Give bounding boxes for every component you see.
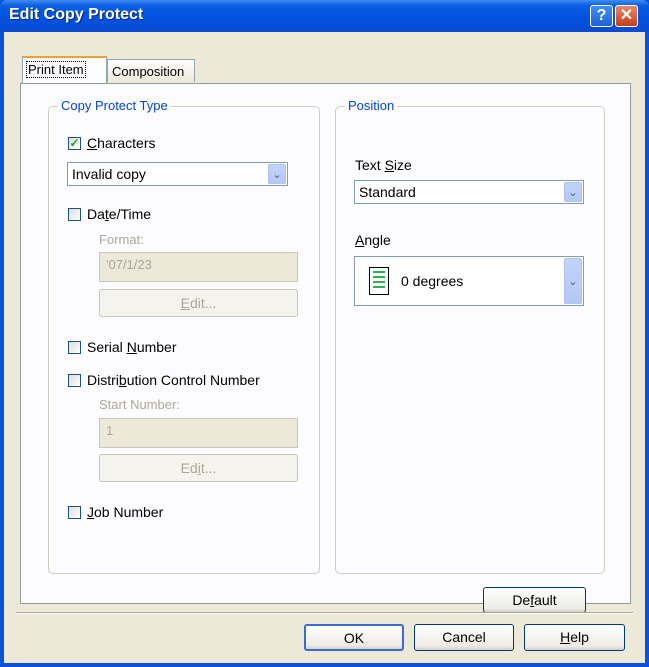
checkbox-unchecked-icon xyxy=(68,340,81,354)
edit-start-number-button[interactable]: Edit... xyxy=(99,454,298,482)
angle-label: Angle xyxy=(355,232,391,248)
tab-composition[interactable]: Composition xyxy=(107,59,195,82)
characters-select[interactable]: Invalid copy ⌄ xyxy=(67,162,288,186)
page-orientation-icon xyxy=(369,267,389,295)
distribution-control-number-checkbox[interactable]: Distribution Control Number xyxy=(68,372,260,388)
cancel-button[interactable]: Cancel xyxy=(414,624,514,651)
separator xyxy=(16,612,633,614)
copy-protect-type-title: Copy Protect Type xyxy=(58,98,171,113)
checkbox-checked-icon: ✓ xyxy=(68,135,81,150)
tab-print-item-label: Print Item xyxy=(26,61,86,78)
tab-composition-label: Composition xyxy=(112,64,185,79)
help-title-button[interactable]: ? xyxy=(590,5,613,27)
text-size-value: Standard xyxy=(359,184,416,200)
title-bar[interactable]: Edit Copy Protect ? ✕ xyxy=(0,0,649,32)
edit-format-button[interactable]: Edit... xyxy=(99,289,298,317)
default-button[interactable]: Default xyxy=(483,587,586,613)
checkbox-unchecked-icon xyxy=(68,207,81,221)
chevron-down-icon[interactable]: ⌄ xyxy=(564,258,582,304)
distribution-control-number-label: Distribution Control Number xyxy=(87,372,260,388)
dialog-client: Print Item Composition Copy Protect Type… xyxy=(4,32,645,663)
copy-protect-type-group: Copy Protect Type ✓ Characters Invalid c… xyxy=(48,98,320,574)
checkbox-unchecked-icon xyxy=(68,373,81,387)
ok-button[interactable]: OK xyxy=(304,624,404,651)
characters-checkbox[interactable]: ✓ Characters xyxy=(68,135,155,151)
job-number-checkbox[interactable]: Job Number xyxy=(68,504,163,520)
job-number-label: Job Number xyxy=(87,504,164,520)
characters-select-value: Invalid copy xyxy=(72,166,146,182)
position-group: Position Text Size Standard ⌄ Angle 0 de… xyxy=(335,98,605,574)
tab-print-item[interactable]: Print Item xyxy=(22,56,107,83)
angle-select[interactable]: 0 degrees ⌄ xyxy=(354,256,584,306)
close-button[interactable]: ✕ xyxy=(615,5,638,27)
help-button[interactable]: Help xyxy=(524,624,625,651)
start-number-label: Start Number: xyxy=(99,397,180,412)
window-title: Edit Copy Protect xyxy=(9,6,144,23)
characters-label: Characters xyxy=(87,135,156,151)
serial-number-checkbox[interactable]: Serial Number xyxy=(68,339,177,355)
datetime-checkbox[interactable]: Date/Time xyxy=(68,206,151,222)
text-size-label: Text Size xyxy=(355,157,412,173)
position-title: Position xyxy=(345,98,398,113)
start-number-field[interactable]: 1 xyxy=(99,418,298,448)
datetime-label: Date/Time xyxy=(87,206,152,222)
format-field[interactable]: '07/1/23 xyxy=(99,252,298,282)
serial-number-label: Serial Number xyxy=(87,339,177,355)
text-size-select[interactable]: Standard ⌄ xyxy=(354,180,584,204)
format-label: Format: xyxy=(99,232,144,247)
checkbox-unchecked-icon xyxy=(68,505,81,519)
chevron-down-icon[interactable]: ⌄ xyxy=(268,164,286,184)
dialog-window: Edit Copy Protect ? ✕ Print Item Composi… xyxy=(0,0,649,667)
chevron-down-icon[interactable]: ⌄ xyxy=(564,182,582,202)
angle-value: 0 degrees xyxy=(401,273,464,289)
tab-panel: Copy Protect Type ✓ Characters Invalid c… xyxy=(20,83,631,613)
